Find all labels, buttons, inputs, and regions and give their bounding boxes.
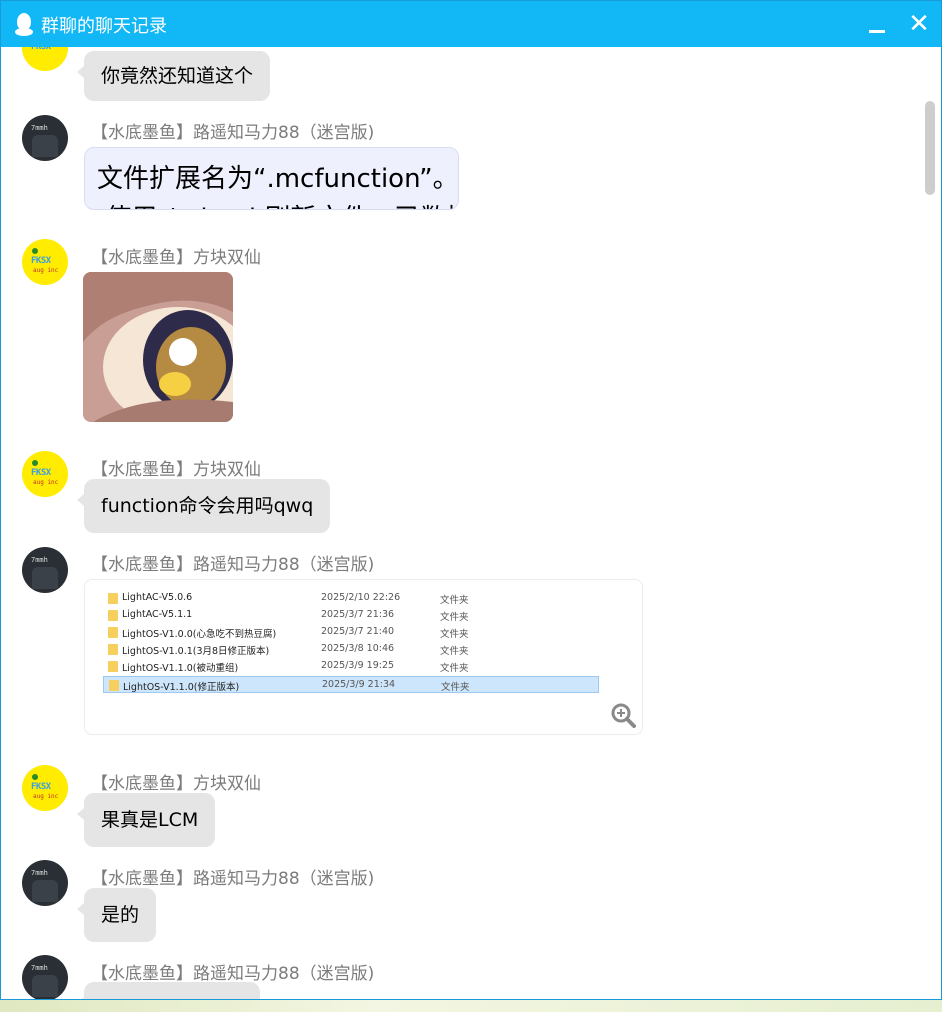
message-text: 果真是LCM (101, 809, 199, 831)
message-text: 是的 (101, 904, 140, 926)
sticker-image[interactable] (83, 272, 233, 422)
close-button[interactable]: ✕ (905, 9, 933, 39)
file-row: LightAC-V5.0.6 2025/2/10 22:26 文件夹 (103, 590, 599, 607)
zoom-in-icon[interactable] (610, 702, 636, 728)
sender-name: 【水底墨鱼】路遥知马力88（迷宫版) (91, 555, 375, 575)
avatar[interactable]: FKSX aug inc (22, 239, 68, 285)
message-bubble[interactable]: 你竟然还知道这个 (76, 51, 271, 101)
qq-penguin-icon (15, 13, 33, 36)
sender-name: 【水底墨鱼】路遥知马力88（迷宫版) (91, 964, 375, 984)
sender-name: 【水底墨鱼】路遥知马力88（迷宫版) (91, 869, 375, 889)
avatar[interactable]: 7mmh (22, 115, 68, 161)
message-bubble[interactable]: 文件扩展名为“.mcfunction”。 ·使用 /reload 刷新文件，已数… (84, 147, 459, 210)
chat-history-window: 群聊的聊天记录 ✕ FKSX 你竟然还知道这个 7mmh 【水底墨鱼】路遥知马力… (0, 0, 942, 1000)
minimize-button[interactable] (863, 11, 891, 39)
message-bubble[interactable]: 是的 (76, 888, 157, 942)
file-row-selected: LightOS-V1.1.0(修正版本) 2025/3/9 21:34 文件夹 (103, 676, 599, 693)
file-row: LightOS-V1.0.0(心急吃不到热豆腐) 2025/3/7 21:40 … (103, 624, 599, 641)
close-icon: ✕ (908, 9, 930, 39)
screenshot-image[interactable]: LightAC-V5.0.6 2025/2/10 22:26 文件夹 Light… (84, 579, 643, 735)
file-row: LightAC-V5.1.1 2025/3/7 21:36 文件夹 (103, 607, 599, 624)
file-row: LightOS-V1.0.1(3月8日修正版本) 2025/3/8 10:46 … (103, 641, 599, 658)
folder-icon (108, 610, 118, 621)
message-list[interactable]: FKSX 你竟然还知道这个 7mmh 【水底墨鱼】路遥知马力88（迷宫版) 文件… (1, 47, 941, 999)
avatar[interactable]: FKSX aug inc (22, 765, 68, 811)
scrollbar-thumb[interactable] (925, 101, 935, 195)
message-text: function命令会用吗qwq (101, 495, 314, 517)
folder-icon (109, 680, 119, 691)
message-bubble[interactable]: 果真是LCM (76, 793, 216, 847)
folder-icon (108, 627, 118, 638)
folder-icon (108, 661, 118, 672)
folder-icon (108, 593, 118, 604)
desktop-background-strip (0, 1000, 942, 1012)
sender-name: 【水底墨鱼】方块双仙 (91, 774, 261, 794)
file-row: LightOS-V1.1.0(被动重组) 2025/3/9 19:25 文件夹 (103, 658, 599, 675)
anime-eye-sticker (83, 272, 233, 422)
sender-name: 【水底墨鱼】路遥知马力88（迷宫版) (91, 123, 375, 143)
message-text-cut: ·使用 /reload 刷新文件，已数据 (97, 198, 458, 209)
avatar[interactable]: FKSX (22, 47, 68, 71)
window-title: 群聊的聊天记录 (41, 16, 167, 37)
folder-icon (108, 644, 118, 655)
avatar[interactable]: FKSX aug inc (22, 451, 68, 497)
message-text: 你竟然还知道这个 (101, 65, 254, 87)
message-bubble[interactable]: function命令会用吗qwq (76, 479, 331, 533)
message-bubble[interactable] (77, 982, 260, 999)
avatar[interactable]: 7mmh (22, 955, 68, 999)
title-bar: 群聊的聊天记录 ✕ (1, 1, 941, 47)
sender-name: 【水底墨鱼】方块双仙 (91, 248, 261, 268)
message-text: 文件扩展名为“.mcfunction”。 (97, 164, 459, 194)
sender-name: 【水底墨鱼】方块双仙 (91, 460, 261, 480)
avatar[interactable]: 7mmh (22, 860, 68, 906)
avatar[interactable]: 7mmh (22, 547, 68, 593)
